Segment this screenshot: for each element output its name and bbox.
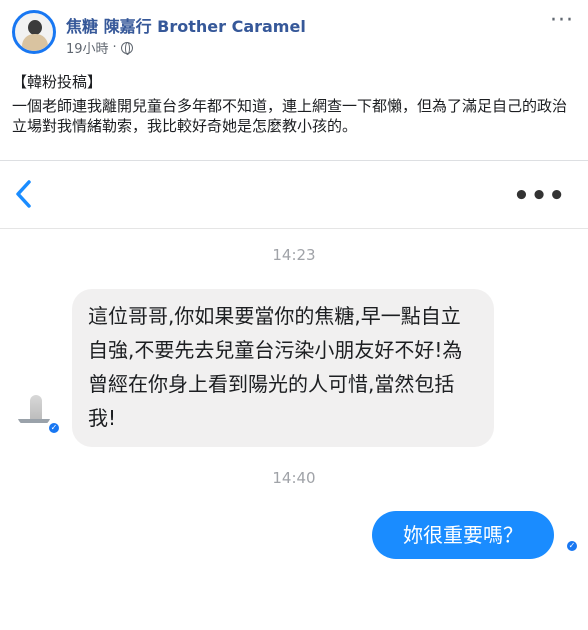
post-text: 一個老師連我離開兒童台多年都不知道，連上網查一下都懶，但為了滿足自己的政治立場對…: [12, 97, 568, 135]
avatar-body: [22, 34, 48, 51]
post-tag: 【韓粉投稿】: [12, 73, 103, 91]
incoming-message-bubble[interactable]: 這位哥哥,你如果要當你的焦糖,早一點自立自強,不要先去兒童台污染小朋友好不好!為…: [72, 289, 494, 447]
post-body: 【韓粉投稿】 一個老師連我離開兒童台多年都不知道，連上網查一下都懶，但為了滿足自…: [12, 72, 578, 136]
author-name[interactable]: 焦糖 陳嘉行 Brother Caramel: [66, 13, 306, 37]
author-avatar[interactable]: [12, 10, 56, 54]
timestamp: 14:40: [272, 469, 316, 487]
delivered-check-icon: ✓: [565, 539, 579, 553]
avatar-head: [28, 20, 42, 35]
more-horizontal-icon[interactable]: •••: [513, 181, 566, 211]
post-time[interactable]: 19小時: [66, 38, 109, 57]
timestamp: 14:23: [272, 246, 316, 264]
seen-check-icon: ✓: [47, 421, 61, 435]
contact-avatar[interactable]: [16, 393, 52, 429]
chevron-left-icon[interactable]: [14, 179, 34, 209]
outgoing-message-bubble[interactable]: 妳很重要嗎？: [372, 511, 554, 559]
messenger-screenshot: ••• 14:23 這位哥哥,你如果要當你的焦糖,早一點自立自強,不要先去兒童台…: [0, 160, 588, 630]
meta-separator: ·: [112, 40, 117, 55]
post-meta: 19小時 ·: [66, 38, 133, 57]
globe-icon[interactable]: [120, 41, 133, 55]
post-header: 焦糖 陳嘉行 Brother Caramel 19小時 · ···: [0, 0, 588, 68]
messenger-top-bar: •••: [0, 161, 588, 229]
avatar-base: [18, 419, 50, 423]
more-horizontal-icon[interactable]: ···: [550, 8, 574, 33]
